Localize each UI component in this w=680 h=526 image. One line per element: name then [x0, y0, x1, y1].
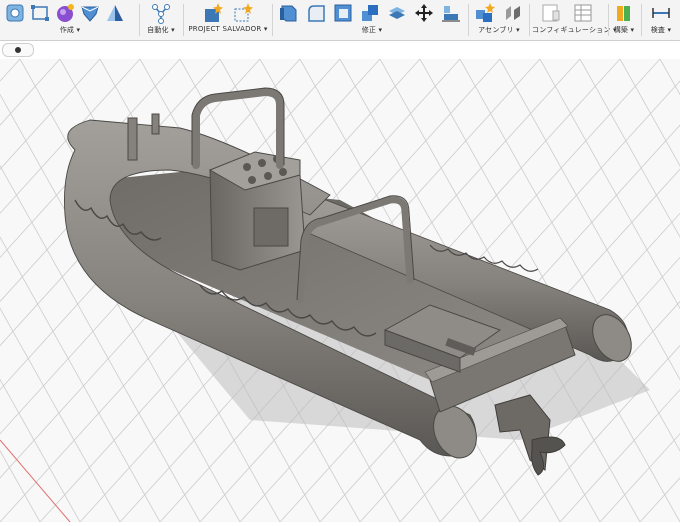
new-component-star-icon[interactable]	[474, 2, 496, 24]
separator	[139, 4, 140, 36]
press-pull-icon[interactable]	[278, 2, 300, 24]
create-group-label[interactable]: 作成 ▾	[4, 25, 136, 35]
ribbon-toolbar: 作成 ▾ 自動化 ▾ PROJECT SALVADOR ▾ 修正 ▾ アセンブリ…	[0, 0, 680, 41]
automate-graph-icon[interactable]	[150, 2, 172, 24]
configure-group-label[interactable]: コンフィギュレーション ▾	[532, 25, 617, 35]
salvador-star-icon[interactable]	[202, 2, 224, 24]
revolve-icon[interactable]	[104, 2, 126, 24]
fillet-icon[interactable]	[305, 2, 327, 24]
assemble-group: アセンブリ ▾	[471, 0, 527, 40]
automate-group-label[interactable]: 自動化 ▾	[142, 25, 180, 35]
configure-group: コンフィギュレーション ▾	[532, 0, 617, 40]
project-salvador-group-label[interactable]: PROJECT SALVADOR ▾	[186, 25, 270, 33]
build-icon[interactable]	[614, 2, 636, 24]
viewport-svg	[0, 58, 680, 523]
gauge	[258, 159, 266, 167]
configure-icon[interactable]	[540, 2, 562, 24]
new-component-icon[interactable]	[4, 2, 26, 24]
separator	[608, 4, 609, 36]
project-salvador-group: PROJECT SALVADOR ▾	[186, 0, 270, 40]
config-table-icon[interactable]	[572, 2, 594, 24]
align-icon[interactable]	[440, 2, 462, 24]
form-icon[interactable]	[54, 2, 76, 24]
build-group: 構築 ▾	[610, 0, 638, 40]
joint-icon[interactable]	[502, 2, 524, 24]
inspect-group-label[interactable]: 検査 ▾	[644, 25, 678, 35]
automate-group: 自動化 ▾	[142, 0, 180, 40]
gauge	[264, 172, 272, 180]
bow-post	[151, 113, 160, 135]
separator	[183, 4, 184, 36]
modify-group-label[interactable]: 修正 ▾	[276, 25, 468, 35]
sketch-icon[interactable]	[29, 2, 51, 24]
measure-icon[interactable]	[650, 2, 672, 24]
extrude-icon[interactable]	[79, 2, 101, 24]
salvador-sketch-icon[interactable]	[232, 2, 254, 24]
inspect-group: 検査 ▾	[644, 0, 678, 40]
browser-toggle[interactable]	[2, 43, 34, 57]
dot-icon	[15, 47, 21, 53]
assemble-group-label[interactable]: アセンブリ ▾	[471, 25, 527, 35]
build-group-label[interactable]: 構築 ▾	[610, 25, 638, 35]
browser-strip	[0, 41, 680, 59]
x-axis-line	[0, 439, 71, 523]
split-icon[interactable]	[386, 2, 408, 24]
move-icon[interactable]	[413, 2, 435, 24]
separator	[529, 4, 530, 36]
bow-post	[127, 117, 138, 161]
console-door	[253, 207, 289, 247]
separator	[272, 4, 273, 36]
gauge	[248, 176, 256, 184]
gauge	[279, 168, 287, 176]
viewport-canvas[interactable]	[0, 58, 680, 523]
modify-group: 修正 ▾	[276, 0, 468, 40]
combine-icon[interactable]	[359, 2, 381, 24]
gauge	[243, 163, 251, 171]
shell-icon[interactable]	[332, 2, 354, 24]
separator	[641, 4, 642, 36]
propeller	[531, 436, 566, 476]
separator	[468, 4, 469, 36]
create-group: 作成 ▾	[4, 0, 136, 40]
